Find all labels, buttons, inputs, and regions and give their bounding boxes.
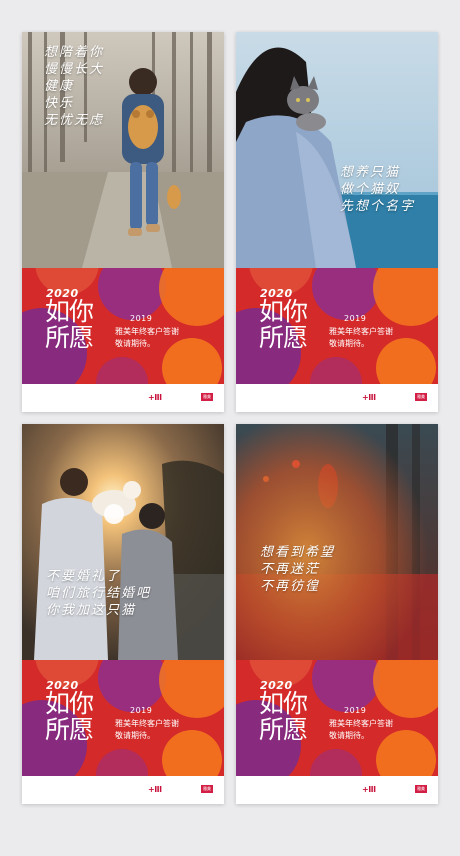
caption-line: 想看到希望 (260, 545, 336, 560)
card-footer: +III 雅美 (22, 384, 224, 412)
banner-line-2: 敬请期待。 (329, 731, 369, 740)
brand-tag: 雅美 (201, 393, 213, 401)
banner-line-2: 敬请期待。 (115, 731, 155, 740)
poster-card-4: 想看到希望 不再迷茫 不再彷徨 2020 如你所愿 2019 雅美年终客户答谢 … (236, 424, 438, 804)
caption-line: 健康 (44, 79, 75, 94)
poster-card-3: 不要婚礼了 咱们旅行结婚吧 你我加这只猫 2020 如你所愿 2019 雅美年终… (22, 424, 224, 804)
caption-line: 快乐 (44, 96, 75, 111)
banner-line-2: 敬请期待。 (115, 339, 155, 348)
photo-couple-sunset: 不要婚礼了 咱们旅行结婚吧 你我加这只猫 (22, 424, 224, 660)
photo-city-blur: 想看到希望 不再迷茫 不再彷徨 (236, 424, 438, 660)
brand-logo: +III (362, 785, 376, 794)
brand-logo: +III (362, 393, 376, 402)
banner-subyear: 2019 (344, 314, 367, 323)
banner: 2020 如你所愿 2019 雅美年终客户答谢 敬请期待。 (22, 660, 224, 776)
caption-line: 不再迷茫 (260, 562, 321, 577)
banner-line-1: 雅美年终客户答谢 (115, 719, 179, 728)
poster-card-2: 想养只猫 做个猫奴 先想个名字 2020 如你所愿 2019 雅美年终客户答谢 … (236, 32, 438, 412)
banner: 2020 如你所愿 2019 雅美年终客户答谢 敬请期待。 (22, 268, 224, 384)
photo-child-walking: 想陪着你 慢慢长大 健康 快乐 无忧无虑 (22, 32, 224, 268)
card-footer: +III 雅美 (22, 776, 224, 804)
caption: 想养只猫 做个猫奴 先想个名字 (340, 164, 415, 215)
caption-line: 先想个名字 (340, 199, 416, 214)
brand-logo: +III (148, 785, 162, 794)
caption-line: 做个猫奴 (340, 182, 401, 197)
poster-card-1: 想陪着你 慢慢长大 健康 快乐 无忧无虑 2020 如你所愿 2019 雅美年终… (22, 32, 224, 412)
caption-line: 想陪着你 (44, 45, 105, 60)
banner-subyear: 2019 (130, 314, 153, 323)
banner: 2020 如你所愿 2019 雅美年终客户答谢 敬请期待。 (236, 268, 438, 384)
caption-line: 你我加这只猫 (46, 603, 137, 618)
photo-woman-with-cat: 想养只猫 做个猫奴 先想个名字 (236, 32, 438, 268)
banner: 2020 如你所愿 2019 雅美年终客户答谢 敬请期待。 (236, 660, 438, 776)
banner-subyear: 2019 (344, 706, 367, 715)
caption-line: 不要婚礼了 (46, 569, 122, 584)
caption-line: 咱们旅行结婚吧 (46, 586, 152, 601)
caption-line: 不再彷徨 (260, 579, 321, 594)
caption: 想陪着你 慢慢长大 健康 快乐 无忧无虑 (44, 44, 104, 129)
banner-line-1: 雅美年终客户答谢 (329, 327, 393, 336)
brand-tag: 雅美 (415, 785, 427, 793)
banner-slogan: 如你所愿 (45, 297, 94, 352)
brand-tag: 雅美 (415, 393, 427, 401)
caption-line: 无忧无虑 (44, 113, 105, 128)
card-footer: +III 雅美 (236, 776, 438, 804)
banner-line-2: 敬请期待。 (329, 339, 369, 348)
banner-slogan: 如你所愿 (259, 689, 308, 744)
brand-tag: 雅美 (201, 785, 213, 793)
caption: 不要婚礼了 咱们旅行结婚吧 你我加这只猫 (46, 568, 151, 619)
brand-logo: +III (148, 393, 162, 402)
caption-line: 想养只猫 (340, 165, 401, 180)
banner-subyear: 2019 (130, 706, 153, 715)
banner-slogan: 如你所愿 (45, 689, 94, 744)
banner-line-1: 雅美年终客户答谢 (329, 719, 393, 728)
banner-slogan: 如你所愿 (259, 297, 308, 352)
caption: 想看到希望 不再迷茫 不再彷徨 (260, 544, 335, 595)
caption-line: 慢慢长大 (44, 62, 105, 77)
banner-line-1: 雅美年终客户答谢 (115, 327, 179, 336)
card-footer: +III 雅美 (236, 384, 438, 412)
